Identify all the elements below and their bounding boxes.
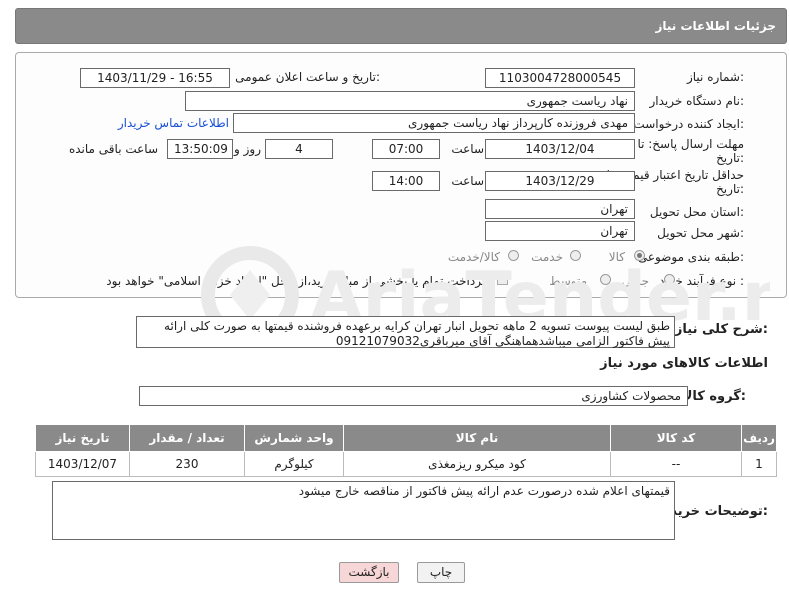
announce-label: تاریخ و ساعت اعلان عمومی: — [235, 70, 380, 84]
cell-name: کود میکرو ریزمغذی — [343, 451, 611, 477]
province-field: تهران — [485, 199, 635, 219]
deadline-time-field: 07:00 — [372, 139, 440, 159]
deadline-date-field: 1403/12/04 — [485, 139, 635, 159]
category-option-goods-service: کالا/خدمت — [447, 250, 500, 264]
validity-date-field: 1403/12/29 — [485, 171, 635, 191]
col-quantity: تعداد / مقدار — [129, 424, 245, 452]
goods-group-label: گروه کالا: — [682, 389, 746, 404]
category-option-goods: کالا — [608, 250, 625, 264]
category-option-service: خدمت — [531, 250, 563, 264]
announce-field: 1403/11/29 - 16:55 — [80, 68, 230, 88]
process-option-minor: جزیی — [621, 274, 649, 288]
validity-time-field: 14:00 — [372, 171, 440, 191]
goods-table-header: ردیف کد کالا نام کالا واحد شمارش تعداد /… — [35, 424, 777, 452]
goods-section-title: اطلاعات کالاهای مورد نیاز — [600, 356, 768, 371]
deadline-label: مهلت ارسال پاسخ: تا — [637, 137, 744, 151]
cell-need-date: 1403/12/07 — [35, 451, 130, 477]
col-name: نام کالا — [343, 424, 611, 452]
process-radio-medium[interactable] — [600, 274, 611, 285]
description-label: شرح کلی نیاز: — [674, 322, 768, 337]
col-unit: واحد شمارش — [244, 424, 344, 452]
buyer-notes-text: قیمتهای اعلام شده درصورت عدم ارائه پیش ف… — [52, 481, 675, 540]
need-number-field: 1103004728000545 — [485, 68, 635, 88]
deadline-label-date: تاریخ: — [716, 151, 744, 165]
col-need-date: تاریخ نیاز — [35, 424, 130, 452]
treasury-payment-note: پرداخت تمام یا بخشی از مبلغ خرید،از محل … — [106, 274, 489, 288]
process-option-medium: متوسط — [549, 274, 587, 288]
validity-label-date: تاریخ: — [716, 182, 744, 196]
goods-table: ردیف کد کالا نام کالا واحد شمارش تعداد /… — [35, 424, 777, 477]
city-label: شهر محل تحویل: — [657, 226, 744, 240]
validity-time-label: ساعت — [451, 174, 484, 188]
remaining-label: ساعت باقی مانده — [68, 142, 158, 156]
table-row: 1 -- کود میکرو ریزمغذی کیلوگرم 230 1403/… — [35, 451, 777, 477]
cell-quantity: 230 — [129, 451, 245, 477]
buyer-org-label: نام دستگاه خریدار: — [649, 94, 745, 108]
goods-group-field: محصولات کشاورزی — [139, 386, 688, 406]
deadline-time-label: ساعت — [451, 142, 484, 156]
description-text: طبق لیست پیوست تسویه 2 ماهه تحویل انبار … — [136, 316, 675, 348]
back-button[interactable]: بازگشت — [339, 562, 399, 583]
province-label: استان محل تحویل: — [649, 205, 744, 219]
city-field: تهران — [485, 221, 635, 241]
treasury-payment-checkbox[interactable] — [497, 274, 508, 285]
process-radio-minor[interactable] — [664, 274, 675, 285]
cell-row: 1 — [741, 451, 777, 477]
days-label: روز و — [234, 142, 261, 156]
category-radio-service[interactable] — [570, 250, 581, 261]
category-radio-goods-service[interactable] — [508, 250, 519, 261]
buyer-org-field: نهاد ریاست جمهوری — [185, 91, 635, 111]
category-radio-goods[interactable] — [634, 250, 645, 261]
page-title: جزئیات اطلاعات نیاز — [655, 19, 776, 33]
buyer-contact-link[interactable]: اطلاعات تماس خریدار — [118, 116, 229, 130]
col-code: کد کالا — [610, 424, 742, 452]
need-number-label: شماره نیاز: — [686, 70, 744, 84]
page-header: جزئیات اطلاعات نیاز — [15, 8, 787, 44]
requester-field: مهدی فروزنده کارپرداز نهاد ریاست جمهوری — [233, 113, 635, 133]
remaining-time-field: 13:50:09 — [167, 139, 233, 159]
cell-unit: کیلوگرم — [244, 451, 344, 477]
print-button[interactable]: چاپ — [417, 562, 465, 583]
cell-code: -- — [610, 451, 742, 477]
category-label: طبقه بندی موضوعی: — [637, 250, 744, 264]
requester-label: ایجاد کننده درخواست: — [633, 117, 744, 131]
days-remaining-field: 4 — [265, 139, 333, 159]
col-row: ردیف — [741, 424, 777, 452]
